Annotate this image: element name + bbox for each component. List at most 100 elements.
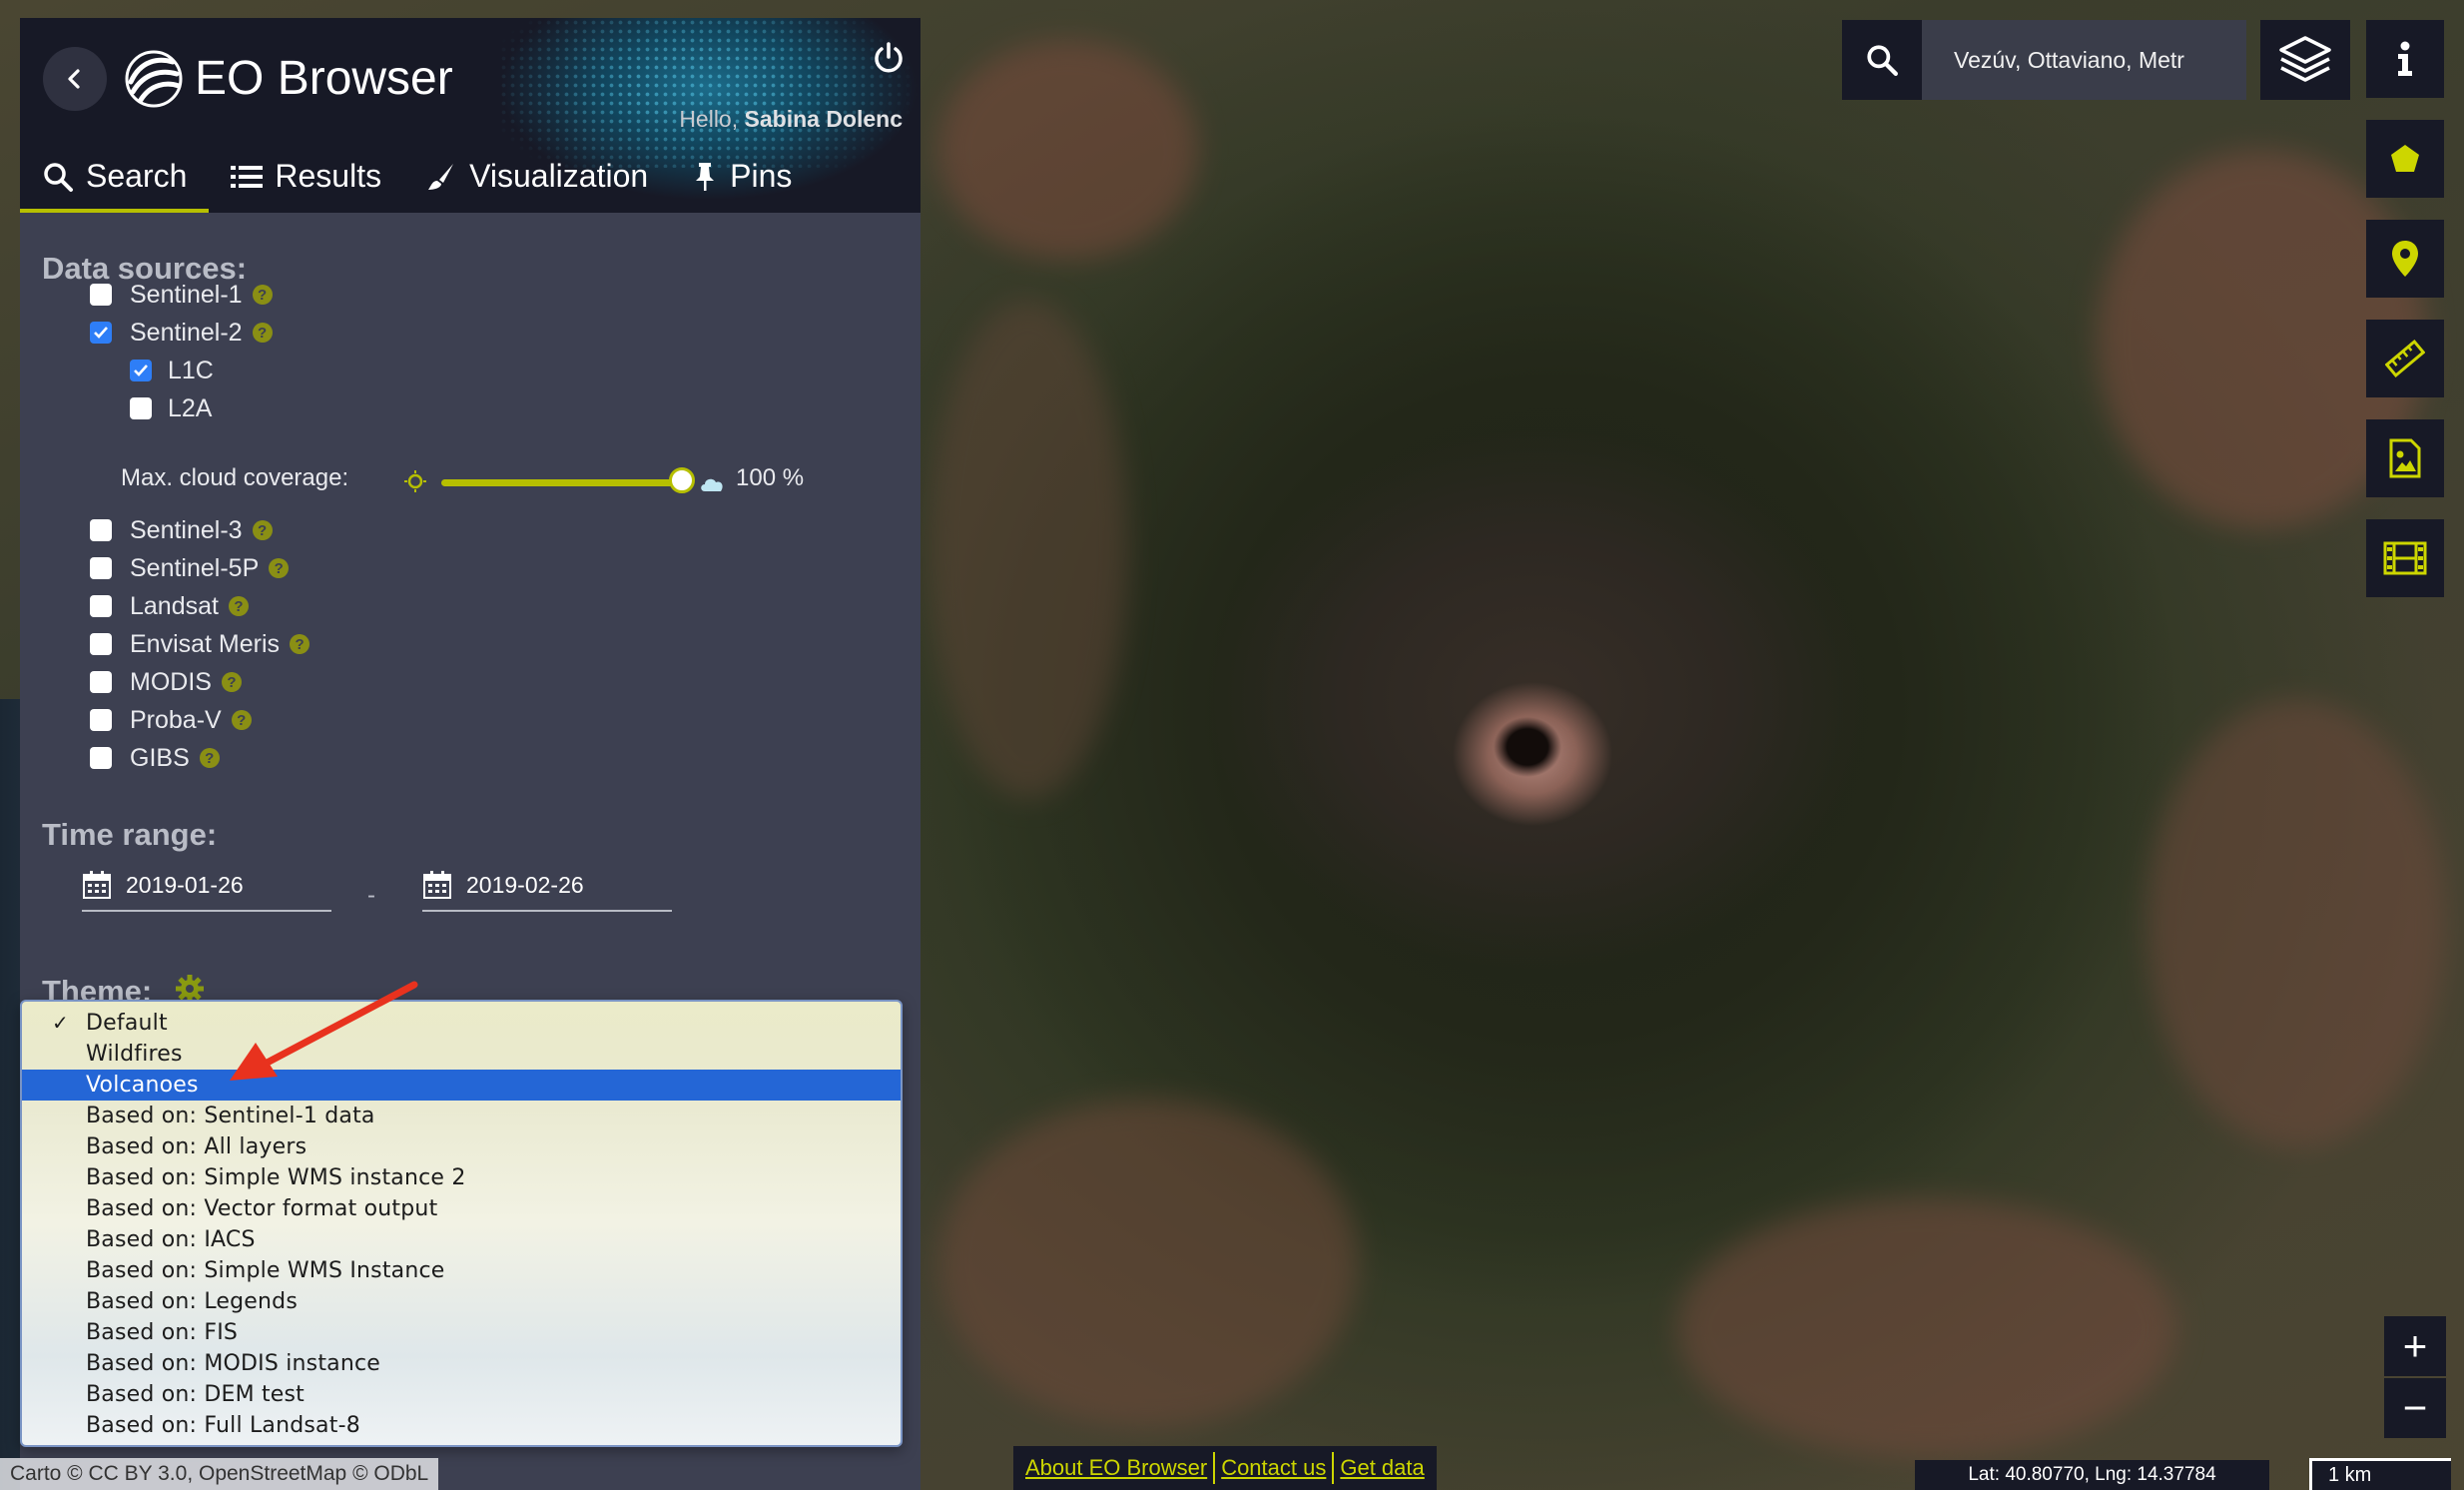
theme-option[interactable]: Based on: IACS bbox=[22, 1224, 901, 1255]
theme-option-label: Volcanoes bbox=[86, 1073, 199, 1098]
tab-search-label: Search bbox=[86, 158, 188, 194]
help-icon[interactable]: ? bbox=[231, 710, 252, 730]
logout-power-icon[interactable] bbox=[871, 40, 907, 76]
map-attribution: Carto © CC BY 3.0, OpenStreetMap © ODbL bbox=[0, 1458, 439, 1490]
help-icon[interactable]: ? bbox=[221, 672, 242, 692]
get-data-link[interactable]: Get data bbox=[1334, 1455, 1430, 1481]
location-search-button[interactable] bbox=[1842, 20, 1922, 100]
datasource-sentinel-3[interactable]: Sentinel-3 ? bbox=[90, 512, 273, 548]
checkbox[interactable] bbox=[90, 557, 112, 579]
help-icon[interactable]: ? bbox=[269, 558, 290, 578]
datasource-gibs[interactable]: GIBS ? bbox=[90, 740, 220, 776]
theme-option[interactable]: Based on: MODIS instance bbox=[22, 1348, 901, 1379]
collapse-panel-button[interactable] bbox=[43, 47, 107, 111]
search-icon bbox=[44, 162, 73, 192]
panel-tabs: Search Results Visualization Pins bbox=[20, 144, 921, 213]
theme-option[interactable]: Based on: DEM test bbox=[22, 1379, 901, 1410]
map-layers-button[interactable] bbox=[2260, 20, 2350, 100]
map-scale: 1 km bbox=[2309, 1458, 2451, 1490]
greeting-prefix: Hello, bbox=[679, 106, 739, 132]
help-icon[interactable]: ? bbox=[252, 520, 273, 540]
draw-polygon-button[interactable] bbox=[2366, 120, 2444, 198]
datasource-l2a[interactable]: L2A bbox=[130, 390, 212, 426]
theme-option-label: Based on: All layers bbox=[86, 1134, 308, 1159]
datasource-label: MODIS bbox=[130, 667, 212, 696]
footer-links: About EO Browser Contact us Get data bbox=[1013, 1446, 1437, 1490]
tab-visualization-label: Visualization bbox=[469, 158, 649, 194]
theme-option[interactable]: Based on: Sentinel-1 data bbox=[22, 1101, 901, 1131]
datasource-label: Sentinel-2 bbox=[130, 318, 243, 347]
datasource-sentinel-5p[interactable]: Sentinel-5P ? bbox=[90, 550, 290, 586]
theme-dropdown-list[interactable]: ✓ Default Wildfires Volcanoes Based on: … bbox=[20, 1000, 903, 1447]
checkbox[interactable] bbox=[90, 747, 112, 769]
theme-option-label: Based on: Legends bbox=[86, 1289, 299, 1314]
theme-option[interactable]: Based on: FIS bbox=[22, 1317, 901, 1348]
theme-option-default[interactable]: ✓ Default bbox=[22, 1008, 901, 1039]
datasource-proba-v[interactable]: Proba-V ? bbox=[90, 702, 252, 738]
datasource-label: Sentinel-5P bbox=[130, 553, 260, 582]
pin-icon bbox=[696, 162, 715, 191]
datasource-label: L2A bbox=[168, 393, 213, 422]
theme-option[interactable]: Wildfires bbox=[22, 1039, 901, 1070]
urban-area bbox=[1677, 1198, 2176, 1458]
theme-option[interactable]: Based on: Vector format output bbox=[22, 1193, 901, 1224]
cursor-coordinates: Lat: 40.80770, Lng: 14.37784 bbox=[1915, 1460, 2269, 1490]
theme-option[interactable]: Based on: All layers bbox=[22, 1131, 901, 1162]
brush-icon bbox=[428, 163, 454, 190]
checkbox[interactable] bbox=[90, 519, 112, 541]
calendar-icon bbox=[83, 871, 111, 899]
cloud-coverage-value: 100 % bbox=[736, 464, 805, 491]
checkmark-icon: ✓ bbox=[52, 1011, 69, 1035]
help-icon[interactable]: ? bbox=[228, 596, 249, 616]
checkbox-checked[interactable] bbox=[130, 360, 152, 381]
help-icon[interactable]: ? bbox=[252, 323, 273, 343]
date-to-field[interactable]: 2019-02-26 bbox=[422, 860, 672, 912]
theme-option[interactable]: Based on: Simple WMS Instance bbox=[22, 1255, 901, 1286]
datasource-sentinel-1[interactable]: Sentinel-1 ? bbox=[90, 277, 273, 313]
checkbox-checked[interactable] bbox=[90, 322, 112, 344]
theme-option[interactable]: Based on: Full Landsat-8 bbox=[22, 1410, 901, 1441]
date-to-value: 2019-02-26 bbox=[466, 871, 584, 898]
tab-search[interactable]: Search bbox=[20, 144, 210, 213]
tab-pins[interactable]: Pins bbox=[670, 144, 814, 213]
date-separator: - bbox=[367, 882, 375, 909]
theme-option-label: Based on: Simple WMS instance 2 bbox=[86, 1165, 466, 1190]
urban-area bbox=[928, 300, 1128, 799]
zoom-in-button[interactable]: + bbox=[2384, 1316, 2446, 1376]
help-icon[interactable]: ? bbox=[199, 748, 220, 768]
theme-option-highlighted[interactable]: Volcanoes bbox=[22, 1070, 901, 1101]
zoom-out-button[interactable]: − bbox=[2384, 1378, 2446, 1438]
help-icon[interactable]: ? bbox=[252, 285, 273, 305]
info-button[interactable] bbox=[2366, 20, 2444, 98]
datasource-l1c[interactable]: L1C bbox=[130, 353, 214, 388]
checkbox[interactable] bbox=[130, 397, 152, 419]
location-search-input[interactable]: Vezúv, Ottaviano, Metr bbox=[1922, 20, 2246, 100]
checkbox[interactable] bbox=[90, 671, 112, 693]
help-icon[interactable]: ? bbox=[290, 634, 310, 654]
checkbox[interactable] bbox=[90, 284, 112, 306]
place-marker-button[interactable] bbox=[2366, 220, 2444, 298]
timelapse-button[interactable] bbox=[2366, 519, 2444, 597]
checkbox[interactable] bbox=[90, 633, 112, 655]
theme-option[interactable]: Based on: Legends bbox=[22, 1286, 901, 1317]
download-image-button[interactable] bbox=[2366, 419, 2444, 497]
checkbox[interactable] bbox=[90, 595, 112, 617]
urban-area bbox=[2147, 699, 2446, 1148]
about-link[interactable]: About EO Browser bbox=[1019, 1455, 1213, 1481]
tab-results[interactable]: Results bbox=[209, 144, 403, 213]
contact-link[interactable]: Contact us bbox=[1215, 1455, 1332, 1481]
cloud-coverage-slider-handle[interactable] bbox=[669, 467, 695, 493]
theme-option-label: Based on: DEM test bbox=[86, 1382, 306, 1407]
datasource-envisat-meris[interactable]: Envisat Meris ? bbox=[90, 626, 310, 662]
measure-button[interactable] bbox=[2366, 320, 2444, 397]
cloud-coverage-slider-track[interactable] bbox=[441, 479, 679, 486]
tab-visualization[interactable]: Visualization bbox=[403, 144, 670, 213]
datasource-landsat[interactable]: Landsat ? bbox=[90, 588, 249, 624]
theme-option[interactable]: Based on: Simple WMS instance 2 bbox=[22, 1162, 901, 1193]
checkbox[interactable] bbox=[90, 709, 112, 731]
datasource-sentinel-2[interactable]: Sentinel-2 ? bbox=[90, 315, 273, 351]
datasource-label: Proba-V bbox=[130, 705, 222, 734]
datasource-modis[interactable]: MODIS ? bbox=[90, 664, 242, 700]
date-from-field[interactable]: 2019-01-26 bbox=[82, 860, 331, 912]
datasource-label: Landsat bbox=[130, 591, 219, 620]
